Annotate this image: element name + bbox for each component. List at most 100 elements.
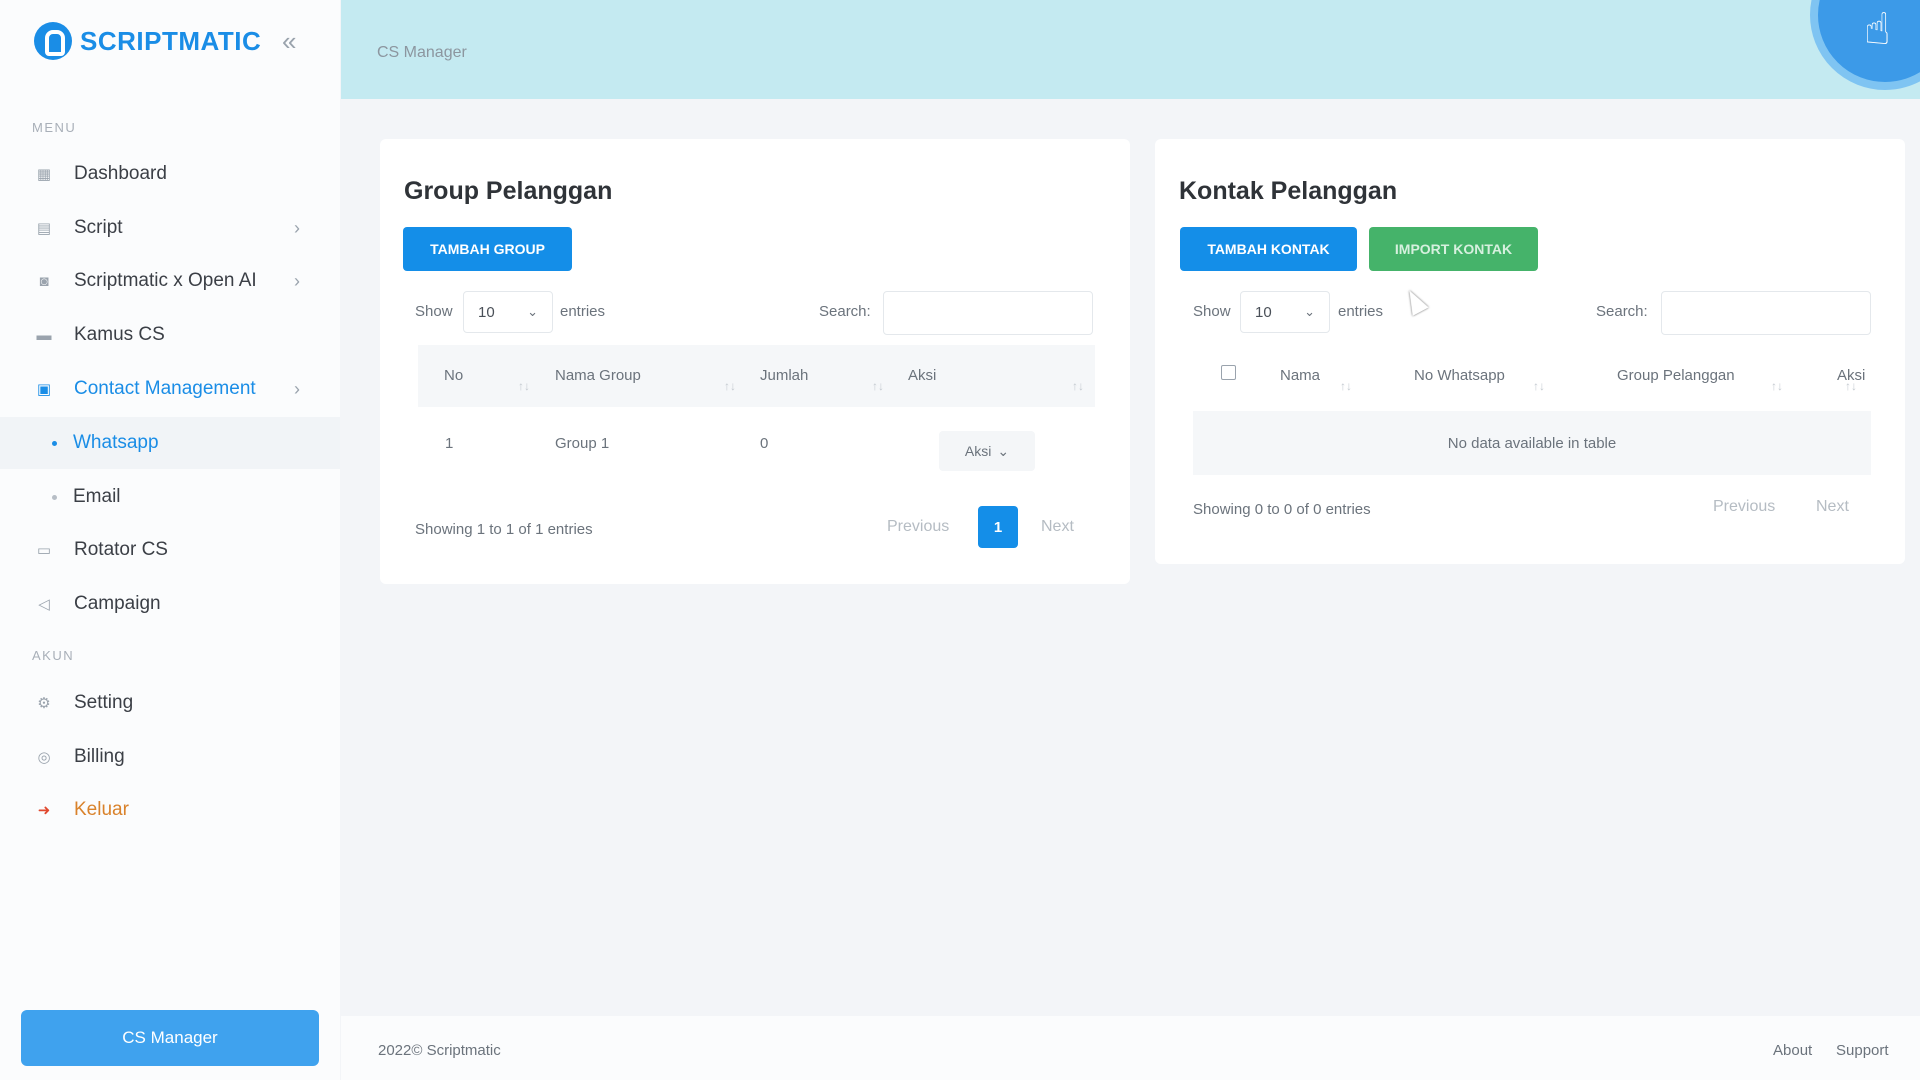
sidebar-item-kamus-cs[interactable]: ▬ Kamus CS [0,309,340,361]
kontak-search-input[interactable] [1661,291,1871,335]
cell-jumlah: 0 [760,435,769,452]
sidebar-item-label: Dashboard [74,163,167,184]
entries-value: 10 [1255,303,1272,321]
sidebar-item-label: Setting [74,692,134,713]
footer-copyright: 2022© Scriptmatic [378,1042,501,1059]
section-label-akun: AKUN [32,648,75,663]
sidebar-item-label: Script [74,217,123,238]
sidebar: SCRIPTMATIC « MENU ▦ Dashboard ▤ Script … [0,0,340,1080]
book-icon: ▬ [36,326,52,344]
sidebar-item-label: Keluar [74,799,129,820]
column-header-jumlah[interactable]: Jumlah [760,367,808,384]
sort-icon: ↑↓ [1771,379,1783,393]
chevron-right-icon: › [294,217,300,238]
footer-about-link[interactable]: About [1773,1042,1812,1059]
footer-support-link[interactable]: Support [1836,1042,1889,1059]
help-hand-button[interactable]: ☝ [1810,0,1920,90]
import-kontak-button[interactable]: IMPORT KONTAK [1369,227,1538,271]
footer: 2022© Scriptmatic About Support [341,1016,1920,1080]
bullet-icon [52,494,57,500]
next-page-button[interactable]: Next [1041,518,1074,536]
search-label: Search: [1596,303,1648,320]
entries-value: 10 [478,303,495,321]
group-pelanggan-card: Group Pelanggan TAMBAH GROUP Show 10 ⌄ e… [380,139,1130,584]
column-header-no[interactable]: No [444,367,463,384]
cell-no: 1 [445,435,454,452]
sort-icon: ↑↓ [1340,379,1352,393]
sort-icon: ↑↓ [1072,379,1084,393]
column-header-nama-group[interactable]: Nama Group [555,367,641,384]
sidebar-item-label: Billing [74,746,125,767]
entries-select[interactable]: 10 ⌄ [1240,291,1330,333]
dashboard-icon: ▦ [36,166,52,183]
column-header-group-pelanggan[interactable]: Group Pelanggan [1617,367,1735,384]
contacts-icon: ▣ [36,381,52,398]
sidebar-item-campaign[interactable]: ◁ Campaign [0,578,340,630]
chevron-down-icon: ⌄ [527,304,538,319]
card-title: Group Pelanggan [404,177,613,205]
chevron-right-icon: › [294,378,300,399]
sidebar-item-dashboard[interactable]: ▦ Dashboard [0,148,340,200]
sidebar-item-label: Whatsapp [73,432,159,453]
sidebar-item-label: Rotator CS [74,539,168,560]
table-header: No ↑↓ Nama Group ↑↓ Jumlah ↑↓ Aksi ↑↓ [418,345,1095,407]
entries-label: entries [560,303,606,320]
group-search-input[interactable] [883,291,1093,335]
next-page-button[interactable]: Next [1816,498,1849,516]
sort-icon: ↑↓ [872,379,884,393]
sidebar-item-contact-management[interactable]: ▣ Contact Management › [0,363,340,415]
sidebar-item-label: Campaign [74,593,161,614]
brand-name: SCRIPTMATIC [80,25,262,56]
show-label: Show [415,303,453,320]
sidebar-item-keluar[interactable]: ➜ Keluar [0,784,340,836]
sidebar-item-rotator-cs[interactable]: ▭ Rotator CS [0,524,340,576]
sidebar-item-script[interactable]: ▤ Script › [0,202,340,254]
sidebar-item-setting[interactable]: ⚙ Setting [0,677,340,729]
previous-page-button[interactable]: Previous [1713,498,1775,516]
script-icon: ▤ [36,220,52,237]
search-label: Search: [819,303,871,320]
billing-icon: ◎ [37,749,51,766]
brand-logo-icon [34,22,72,60]
bullet-icon [52,440,57,446]
sidebar-item-billing[interactable]: ◎ Billing [0,731,340,783]
sort-icon: ↑↓ [1533,379,1545,393]
brand[interactable]: SCRIPTMATIC [34,22,261,60]
kontak-pelanggan-card: Kontak Pelanggan TAMBAH KONTAK IMPORT KO… [1155,139,1905,564]
sidebar-item-openai[interactable]: ◙ Scriptmatic x Open AI › [0,255,340,307]
sort-icon: ↑↓ [724,379,736,393]
collapse-sidebar-icon[interactable]: « [282,26,296,57]
aksi-label: Aksi [964,443,992,459]
megaphone-icon: ◁ [38,596,50,613]
breadcrumb: CS Manager [377,44,467,61]
sidebar-item-label: Kamus CS [74,324,165,345]
column-header-nama[interactable]: Nama [1280,367,1320,384]
logout-icon: ➜ [37,802,51,819]
gear-icon: ⚙ [37,695,51,712]
sidebar-subitem-email[interactable]: Email [0,471,340,523]
table-info: Showing 1 to 1 of 1 entries [415,521,593,538]
column-header-aksi[interactable]: Aksi [908,367,936,384]
sort-icon: ↑↓ [518,379,530,393]
aksi-dropdown-button[interactable]: Aksi ⌄ [939,431,1035,471]
entries-label: entries [1338,303,1384,320]
sidebar-subitem-whatsapp[interactable]: Whatsapp [0,417,340,469]
column-header-no-whatsapp[interactable]: No Whatsapp [1414,367,1505,384]
tambah-group-button[interactable]: TAMBAH GROUP [403,227,572,271]
sidebar-item-label: Scriptmatic x Open AI [74,270,257,291]
topbar: CS Manager ☝ [341,0,1920,99]
tambah-kontak-button[interactable]: TAMBAH KONTAK [1180,227,1357,271]
show-label: Show [1193,303,1231,320]
previous-page-button[interactable]: Previous [887,518,949,536]
sidebar-item-label: Email [73,486,121,507]
cell-nama-group: Group 1 [555,435,610,452]
sort-icon: ↑↓ [1845,379,1857,393]
card-title: Kontak Pelanggan [1179,177,1398,205]
page-1-button[interactable]: 1 [978,506,1018,548]
cs-manager-button[interactable]: CS Manager [21,1010,319,1066]
entries-select[interactable]: 10 ⌄ [463,291,553,333]
table-info: Showing 0 to 0 of 0 entries [1193,501,1371,518]
select-all-checkbox[interactable] [1221,365,1236,380]
section-label-menu: MENU [32,120,77,135]
robot-icon: ◙ [39,272,49,290]
